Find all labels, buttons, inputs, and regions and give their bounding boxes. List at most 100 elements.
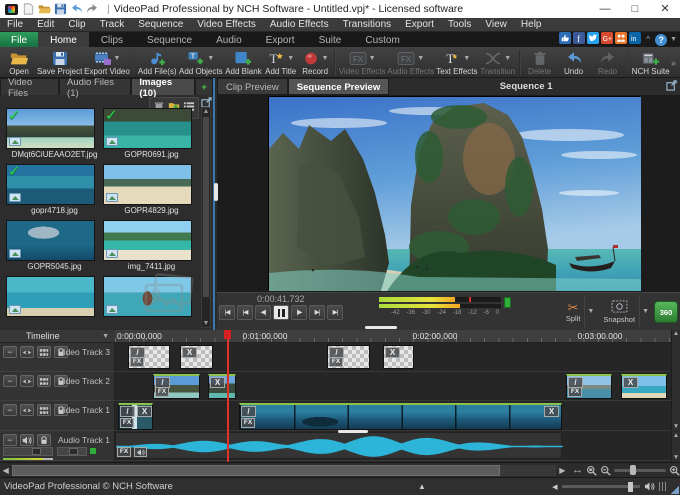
video-clip[interactable]: / FX [566,374,612,399]
cross-transition-icon[interactable]: X [623,377,638,388]
maximize-button[interactable]: □ [620,0,650,18]
track-pan-slider[interactable] [57,447,87,456]
previous-clip-button[interactable]: |◀ [237,305,253,320]
add-title-button[interactable]: T ▼ Add Title [263,48,298,77]
ribbon-tab-sequence[interactable]: Sequence [135,32,204,47]
fx-badge[interactable]: FX [241,418,255,428]
save-project-button[interactable]: Save Project [36,48,83,77]
track-lane-audio-track-1[interactable]: FX [115,431,672,461]
scroll-down-icon[interactable]: ▼ [672,423,680,431]
snapshot-dropdown[interactable]: ▼ [639,295,651,328]
clip-audio-icon[interactable] [134,447,147,457]
menu-video-effects[interactable]: Video Effects [190,19,263,30]
track-volume-slider[interactable] [3,447,53,456]
menu-view[interactable]: View [478,19,514,30]
fx-badge[interactable]: FX [130,357,144,367]
timeline-ruler[interactable]: 0:00:00,000 0:01:00.000 0:02:00.000 0:03:00… [115,330,672,343]
playhead[interactable] [224,330,231,462]
video-clip[interactable]: X [621,374,667,399]
track-visibility-button[interactable] [20,375,34,387]
track-mute-button[interactable] [20,434,34,446]
menu-clip[interactable]: Clip [61,19,92,30]
go-to-start-button[interactable]: |◀ [219,305,235,320]
help-button[interactable]: ? [655,33,668,46]
scroll-down-icon[interactable]: ▼ [672,454,680,462]
resize-corner[interactable] [671,486,679,494]
preview-tab-clip-preview[interactable]: Clip Preview [217,78,288,95]
linkedin-button[interactable]: in [629,32,642,47]
frame-forward-button[interactable]: |▶ [291,305,307,320]
track-thumbnails-button[interactable] [37,346,51,358]
media-tab-video-files[interactable]: Video Files [0,77,60,99]
scroll-up-icon[interactable]: ▲ [672,432,680,440]
blank-clip[interactable]: / FX [327,345,370,369]
media-scrollbar[interactable]: ▲ ▼ [201,107,211,328]
collapse-track-button[interactable]: − [3,434,17,446]
snapshot-button[interactable]: Snapshot [599,295,639,328]
split-dropdown[interactable]: ▼ [584,295,596,328]
zoom-selection-icon[interactable] [586,465,597,476]
frame-back-button[interactable]: ◀| [255,305,271,320]
volume-slider[interactable] [561,481,640,492]
video-clip[interactable]: X [208,374,236,399]
track-thumbnails-button[interactable] [37,375,51,387]
video-clip[interactable]: / X FX [239,403,562,430]
timeline-scrollbar[interactable] [12,464,556,476]
menu-sequence[interactable]: Sequence [131,19,190,30]
scroll-down-icon[interactable]: ▼ [202,320,210,327]
cross-transition-icon[interactable]: X [385,347,400,358]
media-item-gopr4718-jpg[interactable]: ✓ gopr4718.jpg [2,163,99,219]
open-button[interactable]: Open [2,48,36,77]
fit-timeline-icon[interactable]: ↔ [572,464,583,476]
scroll-up-icon[interactable]: ▲ [672,330,680,338]
track-lane-video-track-1[interactable]: / X FX / X FX [115,401,672,431]
menu-export[interactable]: Export [398,19,441,30]
undo-button[interactable]: Undo [557,48,591,77]
track-thumbnails-button[interactable] [37,404,51,416]
blank-clip[interactable]: / FX [128,345,170,369]
speaker-icon[interactable] [644,482,655,491]
fade-transition-icon[interactable]: / [241,406,256,417]
track-lane-video-track-2[interactable]: / FX X / FX X [115,372,672,401]
blank-clip[interactable]: X [383,345,414,369]
menu-track[interactable]: Track [93,19,132,30]
ribbon-tab-audio[interactable]: Audio [204,32,254,47]
cross-transition-icon[interactable]: X [210,377,225,388]
scroll-up-icon[interactable]: ▲ [202,108,210,115]
volume-min-icon[interactable]: ◀ [552,483,557,491]
dropdown-icon[interactable]: ▼ [287,55,294,62]
blank-clip[interactable]: X [180,345,213,369]
ribbon-tab-export[interactable]: Export [254,32,307,47]
zoom-slider[interactable] [614,465,666,475]
ribbon-tab-file[interactable]: File [0,32,39,47]
nch-button[interactable] [615,32,628,47]
360-mode-button[interactable]: 360 [654,300,678,323]
playhead-cap[interactable] [224,330,231,339]
track-lane-video-track-3[interactable]: / FX X / FX X [115,343,672,372]
zoom-in-icon[interactable] [669,465,680,476]
track-visibility-button[interactable] [20,404,34,416]
next-clip-button[interactable]: ▶| [309,305,325,320]
scrollbar-thumb[interactable] [12,464,501,476]
toolbar-overflow-icon[interactable]: » [671,58,678,68]
media-item-dmqt6ciueaao2et-jpg[interactable]: ✓ DMqt6CiUEAAO2ET.jpg [2,107,99,163]
dropdown-icon[interactable]: ▼ [114,55,121,62]
media-item[interactable] [2,275,99,330]
cross-transition-icon[interactable]: X [137,406,152,417]
cross-transition-icon[interactable]: X [182,347,197,358]
track-visibility-button[interactable] [20,346,34,358]
fx-badge[interactable]: FX [329,357,343,367]
export-video-button[interactable]: ▼ Export Video [83,48,131,77]
horizontal-splitter-handle[interactable] [365,326,397,329]
media-item-gopr4829-jpg[interactable]: GOPR4829.jpg [99,163,196,219]
facebook-button[interactable]: f [573,32,586,47]
scroll-left-icon[interactable]: ◀ [0,466,11,475]
split-button[interactable]: ✂ Split [562,295,585,328]
menu-edit[interactable]: Edit [30,19,61,30]
ribbon-tab-home[interactable]: Home [38,32,89,47]
ribbon-tab-custom[interactable]: Custom [353,32,411,47]
collapse-track-button[interactable]: − [3,404,17,416]
dropdown-icon[interactable]: ▼ [463,55,470,62]
dropdown-icon[interactable]: ▼ [322,55,329,62]
collapse-ribbon-button[interactable]: ^ [643,35,653,44]
